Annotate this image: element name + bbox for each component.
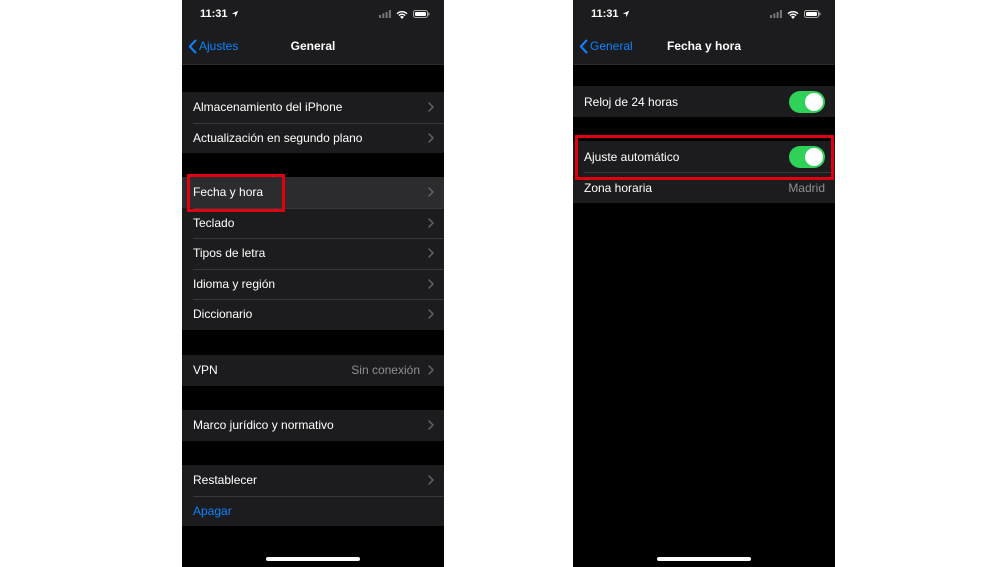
battery-icon bbox=[804, 10, 821, 18]
settings-group-legal: Marco jurídico y normativo bbox=[182, 410, 444, 441]
status-time: 11:31 bbox=[591, 8, 630, 20]
status-bar: 11:31 bbox=[182, 0, 444, 28]
status-bar: 11:31 bbox=[573, 0, 835, 28]
row-label: Diccionario bbox=[193, 307, 253, 322]
chevron-right-icon bbox=[428, 420, 434, 430]
back-button[interactable]: Ajustes bbox=[188, 28, 238, 64]
row-label: Tipos de letra bbox=[193, 246, 266, 261]
row-label: Restablecer bbox=[193, 473, 258, 488]
chevron-right-icon bbox=[428, 218, 434, 228]
row-iphone-storage[interactable]: Almacenamiento del iPhone bbox=[182, 92, 444, 123]
chevron-left-icon bbox=[188, 39, 197, 53]
row-label: Apagar bbox=[193, 503, 232, 518]
row-reset[interactable]: Restablecer bbox=[182, 465, 444, 496]
row-vpn[interactable]: VPN Sin conexión bbox=[182, 355, 444, 386]
home-indicator[interactable] bbox=[657, 557, 751, 561]
chevron-right-icon bbox=[428, 475, 434, 485]
settings-group-storage: Almacenamiento del iPhone Actualización … bbox=[182, 92, 444, 153]
location-arrow-icon bbox=[231, 10, 238, 18]
status-icons bbox=[770, 10, 821, 19]
home-indicator[interactable] bbox=[266, 557, 360, 561]
row-label: Almacenamiento del iPhone bbox=[193, 100, 343, 115]
row-language-region[interactable]: Idioma y región bbox=[182, 268, 444, 300]
status-icons bbox=[379, 10, 430, 19]
highlight-box-date-time bbox=[187, 174, 285, 212]
toggle-knob bbox=[805, 92, 823, 111]
general-settings-screen: 11:31 Ajustes General Almacenamiento del… bbox=[182, 0, 444, 567]
cellular-signal-icon bbox=[379, 10, 391, 18]
chevron-right-icon bbox=[428, 365, 434, 375]
shutdown-button[interactable]: Apagar bbox=[182, 495, 444, 527]
row-dictionary[interactable]: Diccionario bbox=[182, 299, 444, 330]
row-label: Reloj de 24 horas bbox=[584, 94, 679, 109]
wifi-icon bbox=[396, 10, 408, 19]
24-hour-clock-toggle[interactable] bbox=[789, 90, 825, 113]
row-label: Zona horaria bbox=[584, 180, 653, 195]
cellular-signal-icon bbox=[770, 10, 782, 18]
row-24-hour-clock: Reloj de 24 horas bbox=[573, 86, 835, 117]
row-fonts[interactable]: Tipos de letra bbox=[182, 238, 444, 269]
settings-group-vpn: VPN Sin conexión bbox=[182, 355, 444, 386]
row-keyboard[interactable]: Teclado bbox=[182, 207, 444, 239]
status-time: 11:31 bbox=[200, 8, 239, 20]
location-arrow-icon bbox=[622, 10, 629, 18]
wifi-icon bbox=[787, 10, 799, 19]
back-button-label: General bbox=[590, 39, 633, 53]
battery-icon bbox=[413, 10, 430, 18]
row-background-refresh[interactable]: Actualización en segundo plano bbox=[182, 122, 444, 154]
nav-divider bbox=[573, 64, 835, 65]
navigation-bar: General Fecha y hora bbox=[573, 28, 835, 64]
navigation-bar: Ajustes General bbox=[182, 28, 444, 64]
vpn-status-value: Sin conexión bbox=[351, 363, 420, 378]
row-legal-regulatory[interactable]: Marco jurídico y normativo bbox=[182, 410, 444, 441]
row-label: Teclado bbox=[193, 215, 235, 230]
settings-group-24h: Reloj de 24 horas bbox=[573, 86, 835, 117]
chevron-left-icon bbox=[579, 39, 588, 53]
page-title: Fecha y hora bbox=[666, 39, 742, 53]
highlight-box-automatic-setting bbox=[575, 135, 834, 180]
date-time-settings-screen: 11:31 General Fecha y hora Reloj de 24 h… bbox=[573, 0, 835, 567]
row-label: Actualización en segundo plano bbox=[193, 130, 363, 145]
time-text: 11:31 bbox=[591, 8, 619, 20]
nav-divider bbox=[182, 64, 444, 65]
settings-group-reset: Restablecer Apagar bbox=[182, 465, 444, 526]
row-label: VPN bbox=[193, 363, 218, 378]
back-button-label: Ajustes bbox=[199, 39, 239, 53]
time-text: 11:31 bbox=[200, 8, 228, 20]
chevron-right-icon bbox=[428, 309, 434, 319]
chevron-right-icon bbox=[428, 279, 434, 289]
chevron-right-icon bbox=[428, 102, 434, 112]
chevron-right-icon bbox=[428, 248, 434, 258]
chevron-right-icon bbox=[428, 133, 434, 143]
back-button[interactable]: General bbox=[579, 28, 633, 64]
row-label: Marco jurídico y normativo bbox=[193, 418, 334, 433]
chevron-right-icon bbox=[428, 187, 434, 197]
row-label: Idioma y región bbox=[193, 276, 276, 291]
page-title: General bbox=[290, 39, 336, 53]
time-zone-value: Madrid bbox=[788, 180, 825, 195]
